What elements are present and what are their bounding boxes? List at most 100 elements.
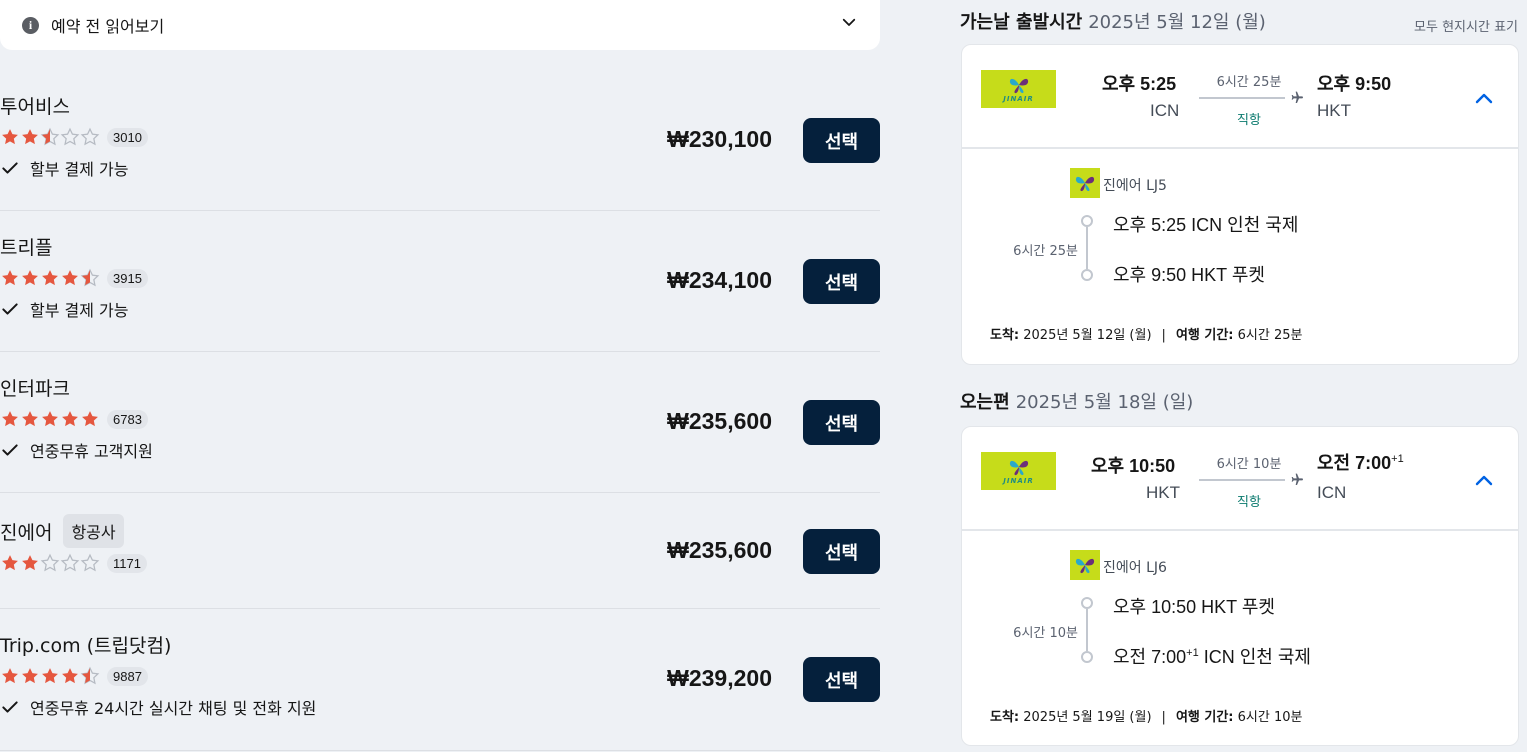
provider-name: 트리플 — [0, 237, 53, 259]
inbound-date: 2025년 5월 18일 (일) — [1015, 392, 1194, 413]
depart-time: 오후 10:50 — [1091, 456, 1176, 476]
provider-price: ₩234,100 — [667, 267, 772, 293]
star-rating — [0, 666, 100, 686]
star-icon — [2, 270, 18, 286]
airline-flight: 진에어 LJ5 — [1103, 178, 1167, 194]
check-icon — [2, 303, 18, 315]
trip-summary: 도착: 2025년 5월 19일 (월) | 여행 기간: 6시간 10분 — [990, 710, 1303, 725]
info-icon: i — [22, 16, 39, 34]
rating-count: 9887 — [107, 666, 148, 686]
star-icon — [2, 668, 18, 684]
chevron-up-icon[interactable] — [1472, 87, 1496, 111]
airline-mini-logo — [1070, 168, 1100, 198]
star-icon — [42, 668, 58, 684]
depart-code: HKT — [1146, 483, 1180, 502]
star-icon — [62, 270, 78, 286]
outbound-date: 2025년 5월 12일 (월) — [1088, 12, 1266, 33]
star-icon — [40, 127, 60, 146]
jinair-logo: JINAIR — [981, 70, 1056, 108]
flight-duration: 6시간 10분 — [1216, 457, 1282, 472]
jinair-logo: JINAIR — [981, 452, 1056, 490]
rating-count: 6783 — [107, 409, 148, 429]
provider-name: Trip.com (트립닷컴) — [0, 635, 172, 657]
inbound-flight-card: JINAIR 오후 10:50 HKT 6시간 10분 직항 오전 7:00+1… — [961, 426, 1519, 746]
star-icon — [2, 129, 18, 145]
duration-line — [1199, 479, 1285, 481]
timeline-line — [1086, 227, 1088, 269]
select-button[interactable]: 선택 — [803, 259, 880, 304]
select-button[interactable]: 선택 — [803, 400, 880, 445]
timeline-dot — [1081, 269, 1093, 281]
star-icon — [2, 555, 18, 571]
star-icon — [22, 668, 38, 684]
provider-price: ₩239,200 — [667, 665, 772, 691]
star-icon — [80, 127, 100, 146]
airline-tag: 항공사 — [63, 514, 124, 548]
provider-name: 진에어 — [0, 521, 53, 544]
star-icon — [80, 268, 100, 287]
provider-list: 투어비스 3010 할부 결제 가능 ₩230,100 선택 트리플 3915 … — [0, 70, 880, 751]
inbound-title: 오는편 — [960, 392, 1010, 413]
arrive-code: ICN — [1317, 483, 1347, 502]
provider-price: ₩235,600 — [667, 408, 772, 434]
star-icon — [40, 553, 60, 572]
leg-duration: 6시간 25분 — [1013, 244, 1078, 259]
departure-stop: 오후 10:50 HKT 푸켓 — [1113, 597, 1275, 617]
provider-feature: 할부 결제 가능 — [0, 297, 880, 321]
provider-row: Trip.com (트립닷컴) 9887 연중무휴 24시간 실시간 채팅 및 … — [0, 609, 880, 751]
star-icon — [22, 411, 38, 427]
plane-icon — [1291, 91, 1303, 103]
star-rating — [0, 268, 100, 288]
chevron-up-icon[interactable] — [1472, 469, 1496, 493]
star-icon — [80, 666, 100, 685]
provider-row: 트리플 3915 할부 결제 가능 ₩234,100 선택 — [0, 211, 880, 352]
star-rating — [0, 127, 100, 147]
star-rating — [0, 409, 100, 429]
butterfly-icon — [1075, 176, 1095, 192]
rating-count: 3010 — [107, 127, 148, 147]
pre-booking-notice[interactable]: i 예약 전 읽어보기 — [0, 0, 880, 50]
star-icon — [60, 553, 80, 572]
depart-time: 오후 5:25 — [1102, 74, 1177, 94]
direct-label: 직항 — [1237, 495, 1261, 510]
feature-text: 연중무휴 24시간 실시간 채팅 및 전화 지원 — [30, 699, 317, 718]
chevron-down-icon[interactable] — [840, 13, 858, 31]
butterfly-icon — [1075, 558, 1095, 574]
star-icon — [2, 411, 18, 427]
local-time-note: 모두 현지시간 표기 — [1414, 20, 1518, 35]
airline-flight: 진에어 LJ6 — [1103, 560, 1167, 576]
rating-count: 3915 — [107, 268, 148, 288]
provider-name: 투어비스 — [0, 96, 70, 118]
logo-text: JINAIR — [1003, 476, 1034, 485]
inbound-heading: 오는편 2025년 5월 18일 (일) — [960, 388, 1193, 414]
arrival-stop: 오후 9:50 HKT 푸켓 — [1113, 265, 1265, 285]
provider-row: 인터파크 6783 연중무휴 고객지원 ₩235,600 선택 — [0, 352, 880, 493]
depart-code: ICN — [1150, 101, 1180, 120]
flight-detail: 진에어 LJ6 6시간 10분 오후 10:50 HKT 푸켓 오전 7:00+… — [962, 531, 1518, 745]
select-button[interactable]: 선택 — [803, 529, 880, 574]
provider-feature: 연중무휴 24시간 실시간 채팅 및 전화 지원 — [0, 695, 880, 719]
provider-row: 투어비스 3010 할부 결제 가능 ₩230,100 선택 — [0, 70, 880, 211]
star-icon — [62, 411, 78, 427]
flight-summary[interactable]: JINAIR 오후 5:25 ICN 6시간 25분 직항 오후 9:50 HK… — [962, 45, 1518, 149]
star-icon — [82, 411, 98, 427]
duration-line — [1199, 97, 1285, 99]
provider-feature: 연중무휴 고객지원 — [0, 438, 880, 462]
star-icon — [62, 668, 78, 684]
flight-detail: 진에어 LJ5 6시간 25분 오후 5:25 ICN 인천 국제 오후 9:5… — [962, 149, 1518, 364]
select-button[interactable]: 선택 — [803, 657, 880, 702]
arrive-time: 오전 7:00+1 — [1317, 453, 1404, 473]
outbound-heading: 가는날 출발시간 2025년 5월 12일 (월) — [960, 8, 1266, 34]
provider-price: ₩235,600 — [667, 537, 772, 563]
provider-price: ₩230,100 — [667, 126, 772, 152]
provider-name: 인터파크 — [0, 378, 70, 400]
timeline-dot — [1081, 215, 1093, 227]
flight-duration: 6시간 25분 — [1216, 75, 1282, 90]
star-icon — [22, 555, 38, 571]
butterfly-icon — [1009, 460, 1028, 475]
flight-summary[interactable]: JINAIR 오후 10:50 HKT 6시간 10분 직항 오전 7:00+1… — [962, 427, 1518, 531]
outbound-flight-card: JINAIR 오후 5:25 ICN 6시간 25분 직항 오후 9:50 HK… — [961, 44, 1519, 365]
arrive-code: HKT — [1317, 101, 1351, 120]
select-button[interactable]: 선택 — [803, 118, 880, 163]
leg-duration: 6시간 10분 — [1013, 626, 1078, 641]
